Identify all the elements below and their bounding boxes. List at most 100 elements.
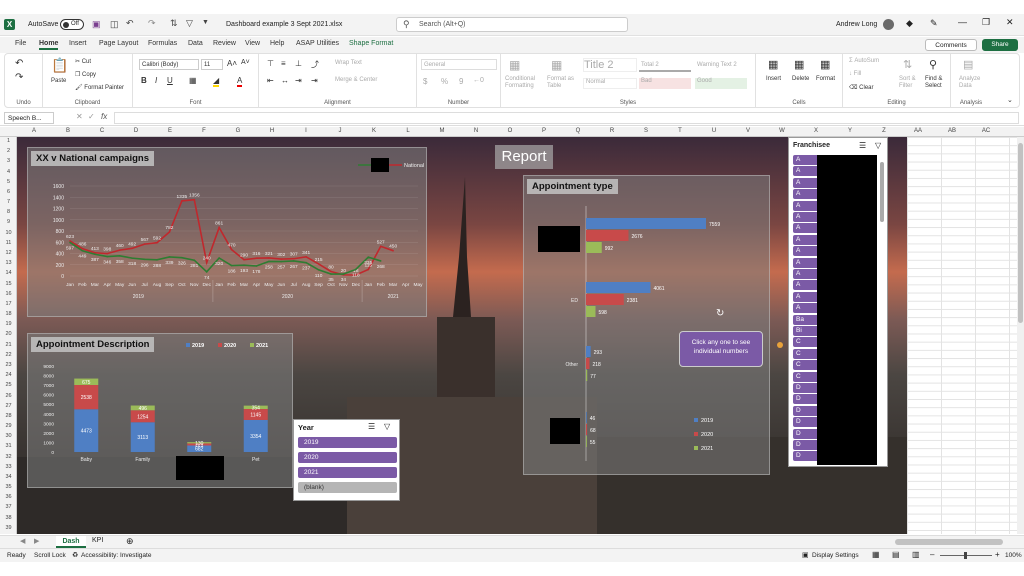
style-warning-text-2[interactable]: Warning Text 2 [695, 62, 747, 72]
callout-pointer-handle[interactable] [777, 342, 783, 348]
file-name[interactable]: Dashboard example 3 Sept 2021.xlsx [226, 21, 342, 28]
sort-filter-icon[interactable]: ⇅ [903, 58, 912, 71]
column-header[interactable]: Q [568, 128, 588, 134]
franchisee-slicer-item[interactable]: A [793, 269, 819, 279]
zoom-out-icon[interactable]: – [930, 550, 934, 559]
type-panel[interactable]: Appointment type Ac75592676992ED40612381… [523, 175, 770, 475]
font-name-select[interactable]: Calibri (Body) [139, 59, 199, 70]
minimize-icon[interactable]: — [958, 17, 967, 27]
sort-icon[interactable]: ⇅ [170, 18, 178, 29]
franchisee-slicer-item[interactable]: A [793, 212, 819, 222]
row-header[interactable]: 10 [2, 230, 15, 236]
paste-button[interactable]: Paste [51, 78, 66, 84]
year-slicer[interactable]: Year ☰ ▽ 2019 2020 2021 (blank) [293, 419, 400, 501]
slicer-scrollbar[interactable] [880, 162, 884, 222]
row-header[interactable]: 1 [2, 138, 15, 144]
franchisee-slicer-item[interactable]: A [793, 246, 819, 257]
add-sheet-icon[interactable]: ⊕ [126, 536, 134, 547]
shrink-font-icon[interactable]: A˅ [241, 59, 250, 66]
row-header[interactable]: 9 [2, 219, 15, 225]
row-header[interactable]: 7 [2, 199, 15, 205]
clear-filter-icon[interactable]: ▽ [384, 422, 390, 431]
tab-shape-format[interactable]: Shape Format [349, 40, 393, 47]
row-header[interactable]: 34 [2, 474, 15, 480]
column-header[interactable]: F [194, 128, 214, 134]
row-header[interactable]: 33 [2, 464, 15, 470]
franchisee-slicer-item[interactable]: A [793, 189, 819, 200]
autosave-toggle[interactable]: Off [60, 19, 84, 30]
row-header[interactable]: 5 [2, 179, 15, 185]
style-normal[interactable]: Normal [583, 78, 637, 89]
franchisee-slicer-item[interactable]: D [793, 440, 819, 450]
franchisee-slicer-item[interactable]: C [793, 360, 819, 371]
status-accessibility[interactable]: Accessibility: Investigate [81, 552, 151, 559]
zoom-in-icon[interactable]: + [995, 550, 1000, 559]
insert-function-icon[interactable]: fx [101, 112, 107, 121]
customize-toolbar-icon[interactable]: ▼ [202, 19, 209, 26]
row-header[interactable]: 35 [2, 484, 15, 490]
page-layout-icon[interactable]: ▤ [892, 550, 900, 559]
row-header[interactable]: 26 [2, 393, 15, 399]
row-header[interactable]: 36 [2, 494, 15, 500]
column-header[interactable]: K [364, 128, 384, 134]
indent-icon[interactable]: ⇥ [311, 76, 318, 85]
tab-review[interactable]: Review [213, 40, 236, 47]
display-settings[interactable]: Display Settings [812, 552, 859, 559]
row-header[interactable]: 29 [2, 423, 15, 429]
row-header[interactable]: 23 [2, 362, 15, 368]
close-icon[interactable]: ✕ [1006, 17, 1014, 28]
zoom-slider[interactable] [940, 552, 992, 559]
franchisee-slicer-item[interactable]: A [793, 280, 819, 291]
row-header[interactable]: 25 [2, 382, 15, 388]
row-header[interactable]: 3 [2, 158, 15, 164]
franchisee-slicer-item[interactable]: Bi [793, 326, 819, 336]
row-header[interactable]: 18 [2, 311, 15, 317]
new-file-icon[interactable]: ◫ [110, 19, 119, 30]
save-icon[interactable]: ▣ [92, 19, 101, 30]
description-panel[interactable]: Appointment Description 0 1000 2000 3000 400… [27, 333, 293, 488]
column-header[interactable]: W [772, 128, 792, 134]
row-header[interactable]: 15 [2, 281, 15, 287]
column-header[interactable]: N [466, 128, 486, 134]
franchisee-slicer-item[interactable]: A [793, 234, 819, 245]
column-header[interactable]: U [704, 128, 724, 134]
borders-icon[interactable]: ▦ [189, 76, 197, 85]
franchisee-slicer-item[interactable]: D [793, 383, 819, 393]
row-header[interactable]: 24 [2, 372, 15, 378]
franchisee-slicer[interactable]: Franchisee ☰ ▽ A A A A A A A A A A A A A A Ba Bi C C C C D D D… [788, 137, 888, 467]
cut-button[interactable]: ✂ Cut [75, 58, 91, 65]
column-header[interactable]: I [296, 128, 316, 134]
copy-button[interactable]: ❐ Copy [75, 71, 96, 78]
name-box[interactable]: Speech B... [4, 112, 54, 124]
diamond-icon[interactable]: ◆ [906, 18, 913, 29]
tab-formulas[interactable]: Formulas [148, 40, 177, 47]
tab-home[interactable]: Home [39, 40, 59, 50]
column-header[interactable]: S [636, 128, 656, 134]
normal-view-icon[interactable]: ▦ [872, 550, 880, 559]
franchisee-slicer-item[interactable]: D [793, 405, 819, 416]
franchisee-slicer-item[interactable]: A [793, 291, 819, 302]
pen-icon[interactable]: ✎ [930, 18, 938, 29]
find-select-button[interactable]: Find & Select [925, 76, 949, 90]
merge-center-button[interactable]: Merge & Center [335, 77, 377, 83]
analyze-data-button[interactable]: Analyze Data [959, 76, 987, 90]
fill-button[interactable]: ↓ Fill [849, 71, 861, 77]
align-center-icon[interactable]: ↔ [281, 76, 289, 85]
row-header[interactable]: 32 [2, 454, 15, 460]
tab-view[interactable]: View [245, 40, 260, 47]
franchisee-slicer-item[interactable]: A [793, 223, 819, 234]
delete-cells-button[interactable]: Delete [792, 76, 809, 82]
row-header[interactable]: 14 [2, 270, 15, 276]
style-good[interactable]: Good [695, 78, 747, 89]
currency-icon[interactable]: $ [423, 77, 427, 86]
align-left-icon[interactable]: ⇤ [267, 76, 274, 85]
comments-button[interactable]: Comments [925, 39, 977, 51]
align-middle-icon[interactable]: ≡ [281, 59, 286, 68]
format-cells-button[interactable]: Format [816, 76, 835, 82]
align-top-icon[interactable]: ⊤ [267, 59, 274, 68]
multi-select-icon[interactable]: ☰ [368, 422, 375, 431]
franchisee-slicer-item[interactable]: A [793, 166, 819, 177]
page-break-icon[interactable]: ▥ [912, 550, 920, 559]
tab-page-layout[interactable]: Page Layout [99, 40, 138, 47]
column-header[interactable]: O [500, 128, 520, 134]
